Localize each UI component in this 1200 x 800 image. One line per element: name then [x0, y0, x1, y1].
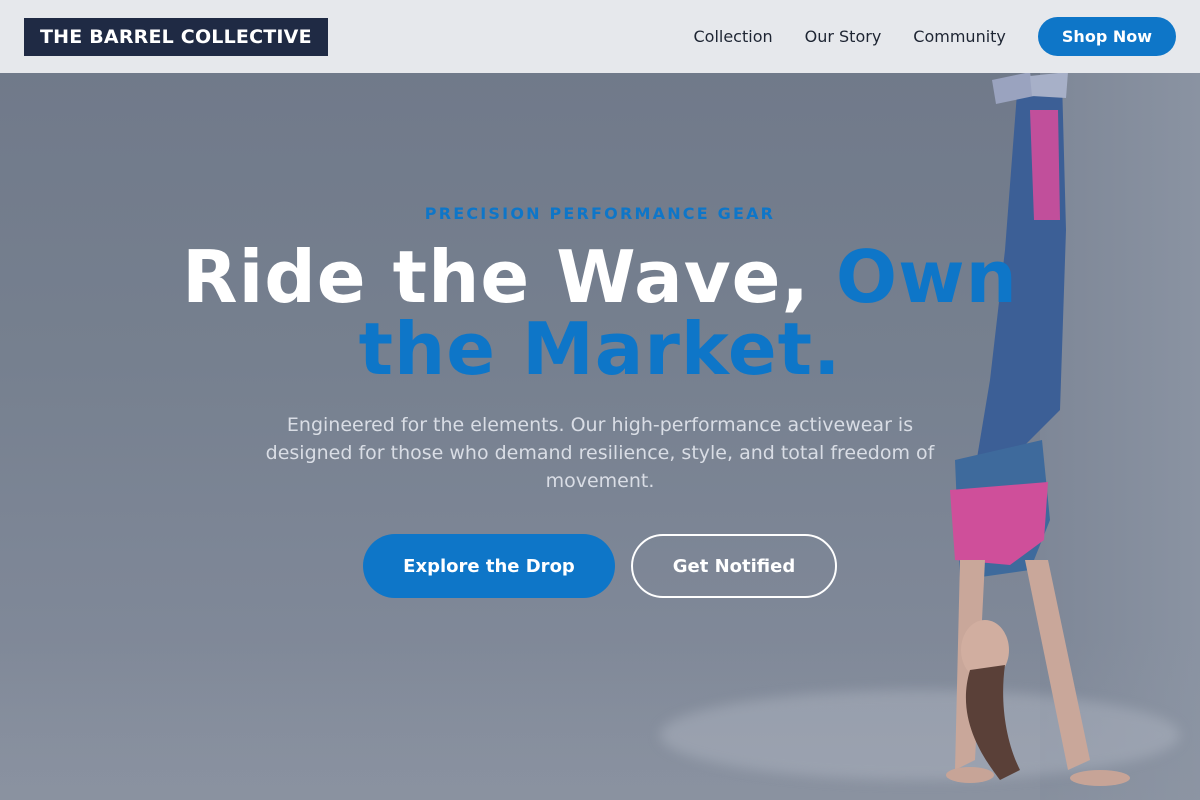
hero-subtext: Engineered for the elements. Our high-pe…	[265, 414, 935, 492]
hero-eyebrow: PRECISION PERFORMANCE GEAR	[424, 204, 776, 223]
nav-link-collection[interactable]: Collection	[693, 27, 772, 46]
nav-links: Collection Our Story Community Shop Now	[693, 17, 1176, 56]
explore-the-drop-button[interactable]: Explore the Drop	[363, 534, 615, 598]
get-notified-button[interactable]: Get Notified	[631, 534, 837, 598]
shop-now-button[interactable]: Shop Now	[1037, 17, 1176, 56]
hero-section: PRECISION PERFORMANCE GEAR Ride the Wave…	[0, 73, 1200, 800]
brand-logo[interactable]: THE BARREL COLLECTIVE	[24, 17, 328, 56]
top-navigation-bar: THE BARREL COLLECTIVE Collection Our Sto…	[0, 0, 1200, 73]
hero-cta-group: Explore the Drop Get Notified	[0, 534, 1200, 598]
nav-link-community[interactable]: Community	[913, 27, 1006, 46]
hero-headline: Ride the Wave, Own the Market.	[150, 241, 1050, 385]
nav-link-our-story[interactable]: Our Story	[805, 27, 882, 46]
